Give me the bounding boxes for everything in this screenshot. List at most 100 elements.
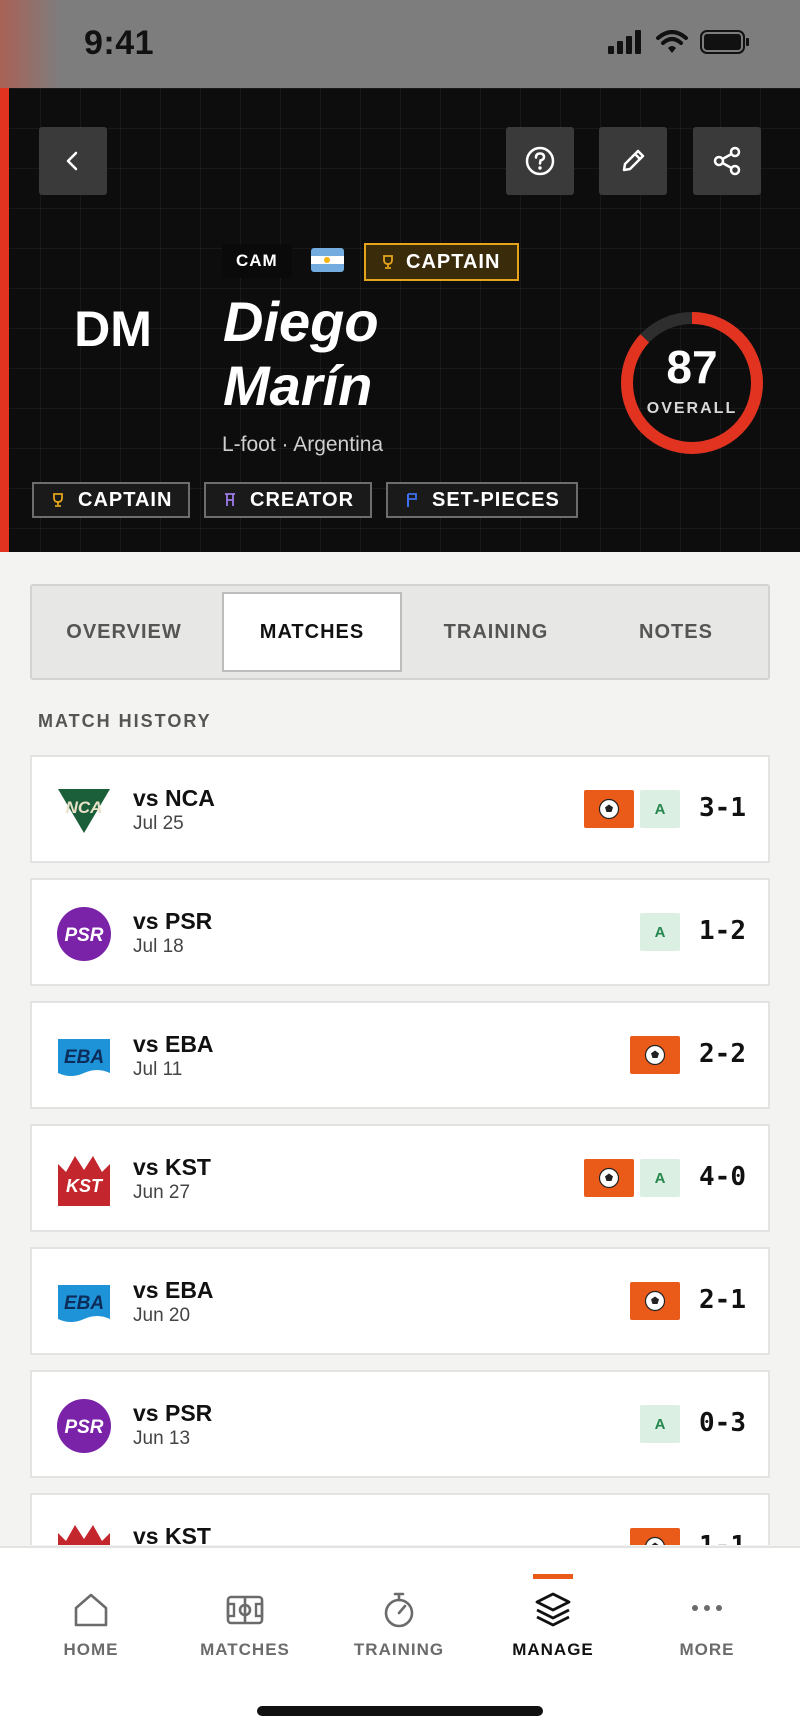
match-opponent: vs PSR: [133, 908, 213, 934]
flag-icon: [407, 493, 417, 507]
nav-training-label: TRAINING: [353, 1640, 445, 1659]
match-score: 1-1: [699, 1531, 746, 1545]
match-date: Jul 11: [133, 1059, 183, 1080]
section-title: MATCH HISTORY: [38, 711, 212, 731]
edit-button[interactable]: [599, 127, 667, 195]
svg-text:NCA: NCA: [66, 798, 103, 817]
status-time: 9:41: [84, 24, 155, 62]
player-first-name: Diego: [223, 290, 379, 353]
nav-more-label: MORE: [679, 1640, 735, 1659]
share-button[interactable]: [693, 127, 761, 195]
rating-label: OVERALL: [646, 400, 738, 417]
player-last-name: Marín: [223, 354, 373, 417]
layers-icon: [535, 1592, 571, 1627]
soccer-ball-icon: [645, 1536, 665, 1545]
captain-chip: CAPTAIN: [364, 243, 520, 281]
rating-value: 87: [666, 341, 718, 393]
wifi-icon: [656, 30, 688, 53]
match-row[interactable]: KST vs KST Jun 27 A 4-0: [30, 1124, 770, 1232]
tag-set-pieces: SET-PIECES: [386, 482, 578, 518]
match-opponent: vs KST: [133, 1523, 211, 1545]
help-button[interactable]: [506, 127, 574, 195]
tag-creator: CREATOR: [204, 482, 373, 518]
nav-active-indicator: [533, 1574, 573, 1579]
eba-logo: EBA: [58, 1285, 110, 1322]
assist-badge: A: [640, 1405, 680, 1443]
tab-overview[interactable]: OVERVIEW: [40, 592, 208, 672]
nav-home[interactable]: HOME: [11, 1548, 171, 1688]
match-date: Jul 18: [133, 936, 184, 957]
match-opponent: vs EBA: [133, 1277, 214, 1303]
tag-creator-label: CREATOR: [250, 488, 355, 511]
match-opponent: vs PSR: [133, 1400, 213, 1426]
status-bar: 9:41: [0, 0, 800, 88]
match-score: 2-2: [699, 1039, 746, 1069]
svg-text:PSR: PSR: [64, 1417, 103, 1438]
match-score: 1-2: [699, 916, 746, 946]
soccer-ball-icon: [644, 1290, 666, 1312]
tab-notes[interactable]: NOTES: [588, 592, 764, 672]
match-opponent: vs KST: [133, 1154, 211, 1180]
nca-logo: NCA: [58, 789, 110, 833]
match-score: 4-0: [699, 1162, 746, 1192]
tab-bar: OVERVIEW MATCHES TRAINING NOTES: [30, 584, 770, 680]
more-icon: [692, 1605, 722, 1611]
goal-badge: [584, 1159, 634, 1197]
compass-icon: [225, 493, 235, 506]
nav-manage[interactable]: MANAGE: [473, 1548, 633, 1688]
soccer-ball-icon: [598, 798, 620, 820]
match-date: Jun 13: [133, 1428, 191, 1449]
soccer-ball-icon: [644, 1044, 666, 1066]
pencil-icon: [622, 149, 645, 172]
hero-accent-bar: [0, 88, 9, 552]
match-list[interactable]: NCA vs NCA Jul 25 A 3-1 PSR vs PSR Jul 1…: [30, 755, 770, 1545]
svg-text:KST: KST: [66, 1176, 104, 1196]
captain-chip-label: CAPTAIN: [406, 250, 501, 273]
nav-matches-label: MATCHES: [200, 1640, 290, 1659]
match-score: 3-1: [699, 793, 746, 823]
kst-logo: KST: [58, 1525, 110, 1545]
assist-badge: A: [640, 913, 680, 951]
back-button[interactable]: [39, 127, 107, 195]
nav-more[interactable]: MORE: [627, 1548, 787, 1688]
soccer-ball-icon: [598, 1167, 620, 1189]
goal-badge: [630, 1282, 680, 1320]
tab-matches[interactable]: MATCHES: [222, 592, 402, 672]
player-name: Diego Marín: [223, 290, 563, 418]
tag-captain-label: CAPTAIN: [78, 488, 173, 511]
trophy-icon: [383, 255, 393, 269]
match-score: 0-3: [699, 1408, 746, 1438]
nav-home-label: HOME: [63, 1640, 119, 1659]
pitch-icon: [226, 1595, 264, 1625]
battery-icon: [700, 30, 749, 54]
share-icon: [713, 146, 741, 176]
match-row[interactable]: KST vs KST 1-1: [30, 1493, 770, 1545]
trophy-icon: [53, 493, 63, 507]
tag-captain: CAPTAIN: [32, 482, 191, 518]
help-icon: [525, 146, 555, 176]
bottom-nav: HOME MATCHES TRAINING MANAGE MORE: [0, 1546, 800, 1731]
match-row[interactable]: EBA vs EBA Jun 20 2-1: [30, 1247, 770, 1355]
match-date: Jun 27: [133, 1182, 191, 1203]
tab-training[interactable]: TRAINING: [408, 592, 584, 672]
argentina-flag-icon: [311, 248, 344, 272]
tag-set-pieces-label: SET-PIECES: [432, 488, 560, 511]
match-row[interactable]: EBA vs EBA Jul 11 2-2: [30, 1001, 770, 1109]
nav-training[interactable]: TRAINING: [319, 1548, 479, 1688]
status-icons: [608, 30, 750, 54]
player-initials: DM: [74, 301, 152, 357]
match-row[interactable]: PSR vs PSR Jul 18 A 1-2: [30, 878, 770, 986]
svg-text:EBA: EBA: [64, 1047, 104, 1068]
match-row[interactable]: NCA vs NCA Jul 25 A 3-1: [30, 755, 770, 863]
nav-matches[interactable]: MATCHES: [165, 1548, 325, 1688]
match-row[interactable]: PSR vs PSR Jun 13 A 0-3: [30, 1370, 770, 1478]
nav-manage-label: MANAGE: [512, 1640, 594, 1659]
goal-badge: [630, 1036, 680, 1074]
kst-logo: KST: [58, 1156, 110, 1206]
match-opponent: vs EBA: [133, 1031, 214, 1057]
home-indicator: [257, 1706, 543, 1716]
psr-logo: PSR: [57, 907, 111, 961]
goal-badge: [630, 1528, 680, 1545]
player-meta: L-foot · Argentina: [222, 433, 384, 456]
eba-logo: EBA: [58, 1039, 110, 1076]
